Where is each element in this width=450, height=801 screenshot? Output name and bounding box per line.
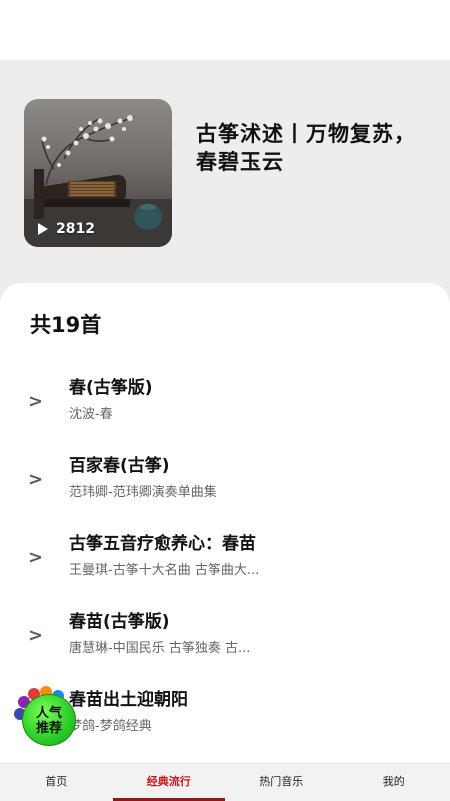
chevron-right-icon: > — [28, 547, 43, 568]
song-title: 春(古筝版) — [69, 373, 153, 398]
song-title: 春苗出土迎朝阳 — [69, 685, 188, 710]
tab-classic-pop[interactable]: 经典流行 — [113, 764, 226, 801]
song-artist: 梦鸽-梦鸽经典 — [69, 715, 152, 734]
song-artist: 沈波-春 — [69, 403, 113, 422]
bottom-tab-bar: 首页 经典流行 热门音乐 我的 — [0, 763, 450, 801]
song-title: 古筝五音疗愈养心：春苗 — [69, 529, 256, 554]
album-title: 古筝沭述丨万物复苏，春碧玉云 — [196, 120, 426, 176]
song-artist: 唐慧琳-中国民乐 古筝独奏 古... — [69, 637, 250, 656]
play-count: 2812 — [38, 221, 95, 237]
chevron-right-icon: > — [28, 391, 43, 412]
badge-text: 人气 推荐 — [24, 706, 74, 736]
badge-line1: 人气 — [24, 706, 74, 721]
song-artist: 王曼琪-古筝十大名曲 古筝曲大... — [69, 559, 259, 578]
tab-home[interactable]: 首页 — [0, 764, 113, 801]
popular-recommend-badge[interactable]: 人气 推荐 — [14, 688, 76, 746]
song-count: 共19首 — [30, 309, 101, 339]
chevron-right-icon: > — [28, 625, 43, 646]
list-item[interactable]: > 古筝五音疗愈养心：春苗 王曼琪-古筝十大名曲 古筝曲大... — [0, 529, 450, 607]
tab-mine[interactable]: 我的 — [338, 764, 450, 801]
list-item[interactable]: > 百家春(古筝) 范玮卿-范玮卿演奏单曲集 — [0, 451, 450, 529]
chevron-right-icon: > — [28, 469, 43, 490]
tab-hot-music[interactable]: 热门音乐 — [225, 764, 338, 801]
list-item[interactable]: > 春(古筝版) 沈波-春 — [0, 373, 450, 451]
badge-line2: 推荐 — [24, 721, 74, 736]
song-title: 百家春(古筝) — [69, 451, 170, 476]
song-title: 春苗(古筝版) — [69, 607, 170, 632]
song-artist: 范玮卿-范玮卿演奏单曲集 — [69, 481, 217, 500]
play-icon — [38, 223, 48, 235]
album-cover[interactable]: 2812 — [24, 99, 172, 247]
list-item[interactable]: > 春苗(古筝版) 唐慧琳-中国民乐 古筝独奏 古... — [0, 607, 450, 685]
status-bar — [0, 0, 450, 60]
play-count-value: 2812 — [56, 221, 95, 237]
